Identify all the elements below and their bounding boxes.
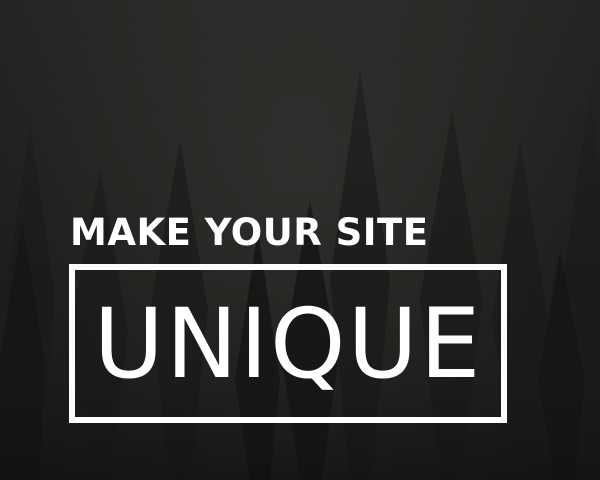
highlight-frame: UNIQUE (69, 264, 507, 423)
headline-text: MAKE YOUR SITE (70, 211, 429, 254)
hero-banner: MAKE YOUR SITE UNIQUE (0, 0, 600, 480)
highlight-word: UNIQUE (93, 287, 483, 400)
